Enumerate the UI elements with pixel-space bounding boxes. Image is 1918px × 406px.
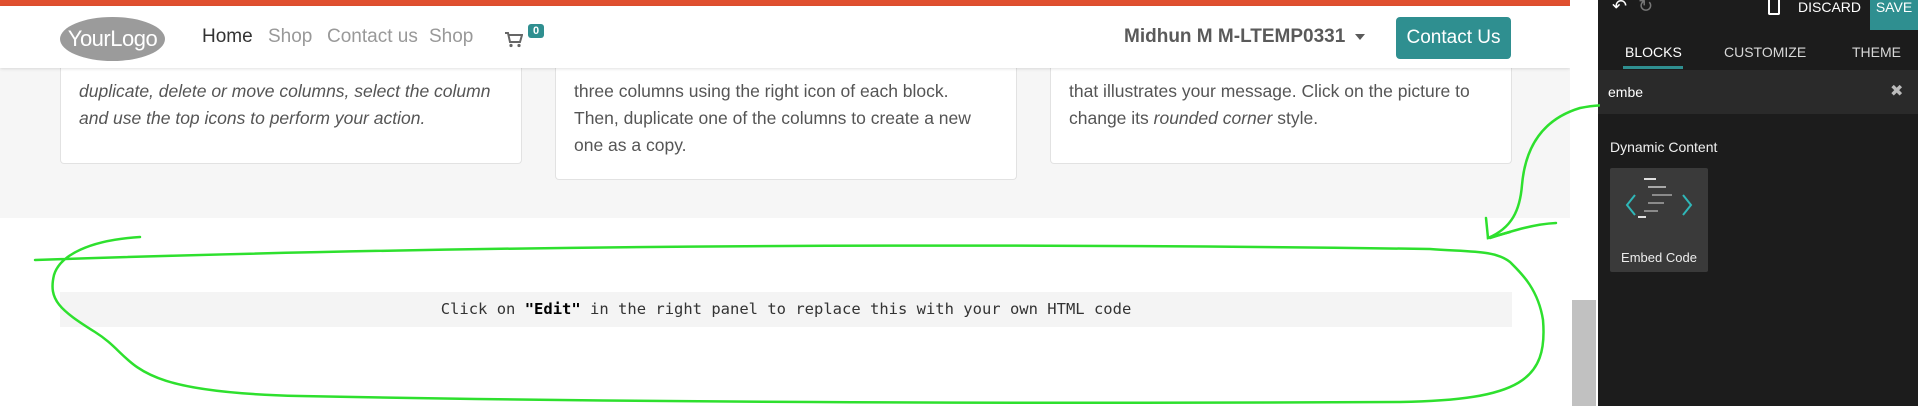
page-scrollbar-thumb[interactable] [1572,300,1596,406]
embed-code-label: Embed Code [1621,250,1697,265]
embed-code-placeholder[interactable]: Click on "Edit" in the right panel to re… [60,292,1512,327]
block-search-input[interactable] [1608,80,1868,104]
embed-code-icon [1625,178,1693,218]
nav-link-contact-us[interactable]: Contact us [327,26,418,48]
column-card-3: that illustrates your message. Click on … [1050,68,1512,164]
tab-customize[interactable]: CUSTOMIZE [1724,44,1806,60]
editor-toolbar: ↶ ↻ DISCARD SAVE [1598,0,1918,30]
cart-count-badge: 0 [528,24,545,38]
column-card-1: duplicate, delete or move columns, selec… [60,68,522,164]
clear-search-icon[interactable]: ✖ [1890,81,1903,100]
card-3-line-2-after: style. [1272,108,1319,128]
card-1-line-2: and use the top icons to perform your ac… [79,108,426,128]
card-3-line-2-italic: rounded corner [1153,108,1273,128]
undo-icon[interactable]: ↶ [1612,0,1627,16]
contact-us-button[interactable]: Contact Us [1396,17,1511,59]
dropdown-caret-icon [1355,33,1366,40]
card-2-line-1: three columns using the right icon of ea… [574,81,949,101]
cart-icon [505,32,523,48]
discard-button[interactable]: DISCARD [1798,0,1861,14]
nav-link-shop[interactable]: Shop [268,26,312,48]
redo-icon[interactable]: ↻ [1638,0,1653,16]
cart-link[interactable]: 0 [505,24,545,54]
nav-link-home[interactable]: Home [202,26,253,48]
site-logo[interactable]: YourLogo [60,17,165,61]
columns-section: duplicate, delete or move columns, selec… [0,68,1570,218]
card-2-line-2: Then, duplicate one of the columns to cr… [574,108,971,128]
block-search: ✖ [1598,70,1918,114]
nav-link-shop-2[interactable]: Shop [429,26,473,48]
mobile-preview-icon[interactable] [1768,0,1780,15]
card-1-line-1: duplicate, delete or move columns, selec… [79,81,491,101]
save-button[interactable]: SAVE [1870,0,1918,30]
embed-text-bold: "Edit" [524,300,581,318]
column-card-2: three columns using the right icon of ea… [555,68,1017,180]
site-navbar: YourLogo Home Shop Contact us Shop 0 Mid… [0,6,1570,68]
active-tab-indicator [1623,66,1683,69]
editor-tabs: BLOCKS CUSTOMIZE THEME [1598,38,1918,70]
tab-blocks[interactable]: BLOCKS [1625,44,1682,60]
user-menu[interactable]: Midhun M M-LTEMP0331 [1124,26,1366,48]
embed-text-after: in the right panel to replace this with … [580,300,1132,318]
card-3-line-1: that illustrates your message. Click on … [1069,81,1470,101]
editor-sidebar: ↶ ↻ DISCARD SAVE BLOCKS CUSTOMIZE THEME … [1598,0,1918,406]
embed-text-before: Click on [440,300,525,318]
tab-theme[interactable]: THEME [1852,44,1901,60]
card-3-line-2-before: change its [1069,108,1154,128]
embed-code-block[interactable]: Embed Code [1610,168,1708,272]
card-2-line-3: one as a copy. [574,135,687,155]
website-canvas: YourLogo Home Shop Contact us Shop 0 Mid… [0,0,1570,406]
user-name: Midhun M M-LTEMP0331 [1124,26,1346,47]
block-category-heading: Dynamic Content [1610,139,1718,155]
